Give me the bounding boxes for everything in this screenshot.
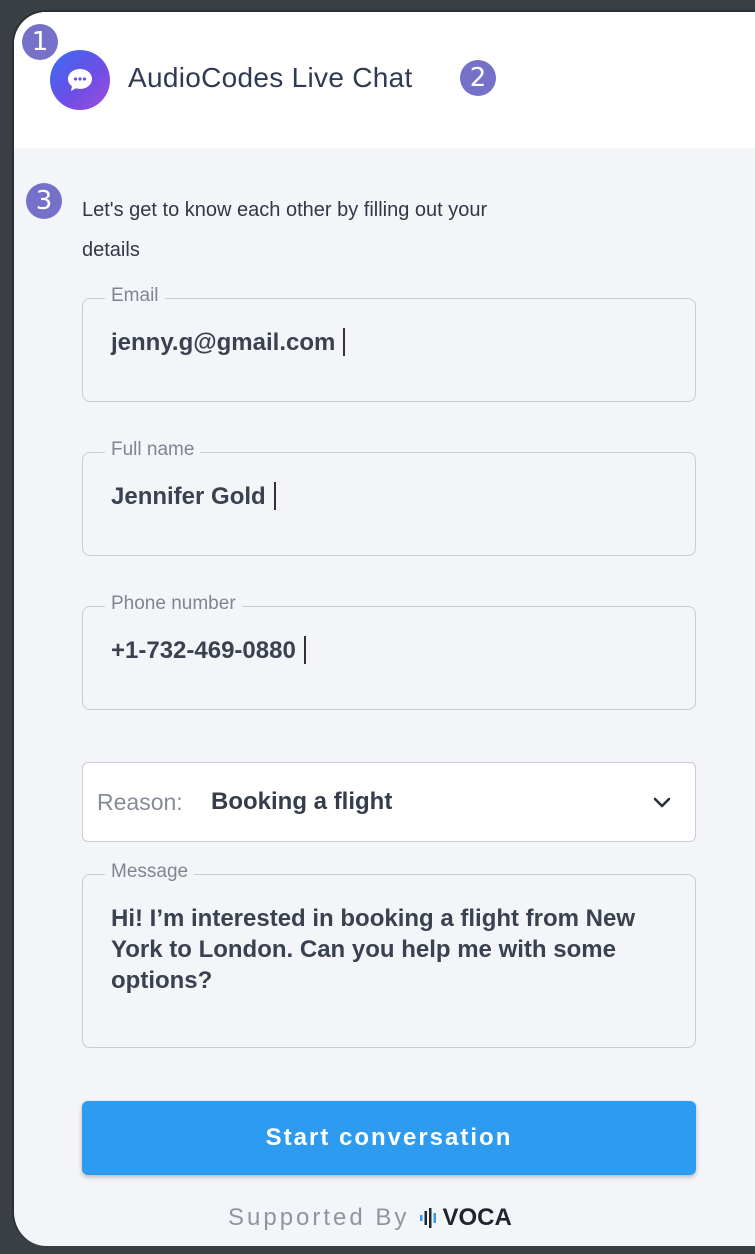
phone-label: Phone number [105, 593, 242, 615]
phone-field[interactable]: Phone number +1-732-469-0880 [82, 593, 696, 710]
full-name-input[interactable]: Jennifer Gold [111, 483, 266, 510]
chat-widget: AudioCodes Live Chat Let's get to know e… [12, 10, 755, 1246]
voice-wave-icon [420, 1208, 437, 1228]
chat-header: AudioCodes Live Chat [14, 12, 755, 148]
annotation-badge-1: 1 [22, 24, 58, 60]
annotation-badge-3: 3 [26, 183, 62, 219]
message-input[interactable]: Hi! I’m interested in booking a flight f… [111, 903, 671, 996]
full-name-field[interactable]: Full name Jennifer Gold [82, 439, 696, 556]
email-label: Email [105, 285, 165, 307]
email-input[interactable]: jenny.g@gmail.com [111, 329, 335, 356]
reason-select[interactable]: Reason: Booking a flight [82, 762, 696, 842]
message-label: Message [105, 861, 195, 883]
chevron-down-icon[interactable] [651, 791, 673, 813]
text-caret [273, 481, 276, 510]
voca-logo[interactable]: VOCA [419, 1204, 512, 1232]
reason-value[interactable]: Booking a flight [211, 788, 392, 816]
full-name-label: Full name [105, 439, 201, 461]
text-caret [303, 635, 306, 664]
reason-label: Reason: [97, 789, 183, 815]
text-caret [343, 327, 346, 356]
annotation-badge-2: 2 [460, 60, 496, 96]
chat-title: AudioCodes Live Chat [128, 62, 413, 93]
message-field[interactable]: Message Hi! I’m interested in booking a … [82, 861, 696, 1048]
intro-text: Let's get to know each other by filling … [82, 199, 488, 261]
email-field[interactable]: Email jenny.g@gmail.com [82, 285, 696, 402]
brand-name: VOCA [442, 1204, 512, 1231]
footer: Supported By VOCA [228, 1204, 512, 1232]
supported-by-text: Supported By [228, 1204, 410, 1231]
phone-input[interactable]: +1-732-469-0880 [111, 637, 296, 664]
chat-bubble-icon [50, 50, 110, 110]
start-conversation-button[interactable]: Start conversation [82, 1101, 696, 1175]
